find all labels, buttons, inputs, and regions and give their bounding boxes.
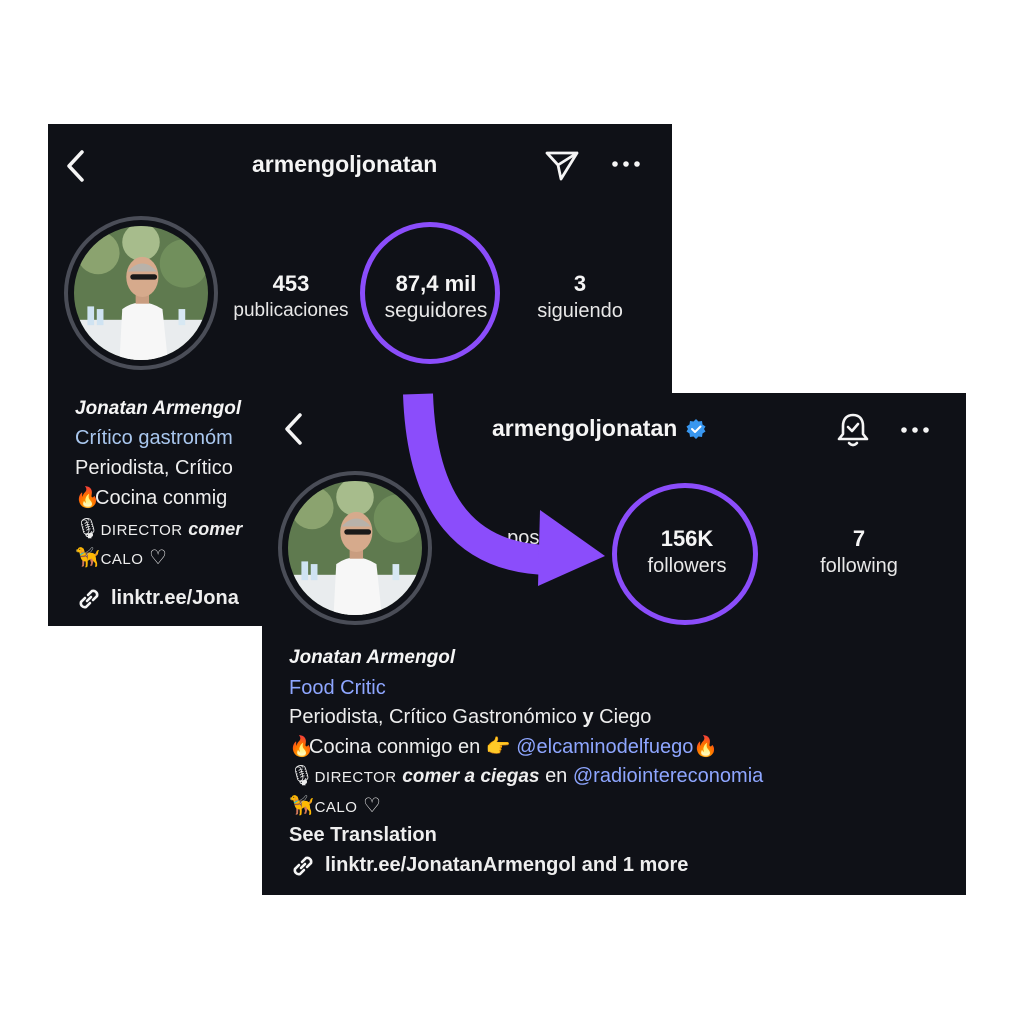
stat-following-number: 7	[852, 526, 866, 551]
bio-line-4: 🦮 CALO ♡	[75, 544, 167, 574]
stat-following-number: 3	[573, 271, 587, 296]
followers-highlight-circle	[360, 222, 500, 364]
link-icon	[293, 856, 313, 875]
curved-arrow-annotation	[403, 393, 605, 586]
bio-line-1: Periodista, Crítico	[75, 457, 233, 479]
chevron-left-icon[interactable]	[64, 148, 86, 184]
profile-handle: armengoljonatan	[252, 151, 438, 177]
profile-name: Jonatan Armengol	[289, 647, 456, 668]
stat-following-label: following	[820, 555, 898, 577]
profile-photo	[74, 226, 208, 360]
profile-link[interactable]: linktr.ee/JonatanArmengol and 1 more	[289, 851, 688, 880]
bio-line-3: 🎙 DIRECTOR comer	[75, 515, 242, 545]
stat-posts-number: 453	[272, 271, 310, 296]
stat-posts[interactable]: 453 publicaciones	[228, 270, 354, 324]
chevron-left-icon[interactable]	[282, 411, 304, 447]
profile-name: Jonatan Armengol	[75, 398, 242, 419]
white-heart-emoji: ♡	[362, 795, 381, 817]
mention-radiointereconomia[interactable]: @radiointereconomia	[573, 765, 763, 787]
stat-following-label: siguiendo	[537, 300, 623, 322]
microphone-emoji: 🎙	[75, 518, 101, 540]
stat-posts-label: publicaciones	[233, 300, 349, 321]
guide-dog-emoji: 🦮	[289, 795, 314, 817]
guide-dog-emoji: 🦮	[75, 547, 100, 569]
pointing-hand-emoji: 👉	[485, 736, 511, 758]
fire-emoji: 🔥	[75, 487, 100, 509]
fire-emoji: 🔥	[693, 736, 719, 758]
paper-plane-icon[interactable]	[544, 148, 580, 182]
link-icon	[79, 589, 99, 608]
white-heart-emoji: ♡	[148, 547, 167, 569]
profile-category: Food Critic	[289, 677, 386, 699]
mention-elcaminodelfuego[interactable]: @elcaminodelfuego	[516, 736, 693, 758]
stat-following[interactable]: 3 siguiendo	[520, 270, 640, 324]
bio-line-4: 🦮 CALO ♡	[289, 792, 381, 822]
followers-highlight-circle	[612, 483, 758, 625]
profile-link[interactable]: linktr.ee/Jona	[75, 584, 239, 613]
ellipsis-icon[interactable]	[611, 160, 641, 168]
bio-line-3: 🎙 DIRECTOR comer a ciegas en @radiointer…	[289, 762, 763, 792]
verified-badge-icon	[686, 418, 706, 439]
stat-following[interactable]: 7 following	[800, 525, 918, 579]
see-translation-link[interactable]: See Translation	[289, 821, 437, 850]
bell-check-icon[interactable]	[835, 411, 871, 449]
microphone-emoji: 🎙	[289, 765, 315, 787]
new-profile-screenshot: armengoljonatan posts 156K followers 7 f…	[262, 393, 966, 895]
fire-emoji: 🔥	[289, 736, 314, 758]
avatar[interactable]	[64, 216, 218, 370]
profile-category: Crítico gastronóm	[75, 427, 233, 449]
bio-line-2: 🔥Cocina conmig	[75, 484, 227, 513]
bio-line-2: 🔥Cocina conmigo en 👉 @elcaminodelfuego🔥	[289, 733, 719, 762]
bio-line-1: Periodista, Crítico Gastronómico y Ciego	[289, 706, 652, 728]
ellipsis-icon[interactable]	[900, 426, 930, 434]
